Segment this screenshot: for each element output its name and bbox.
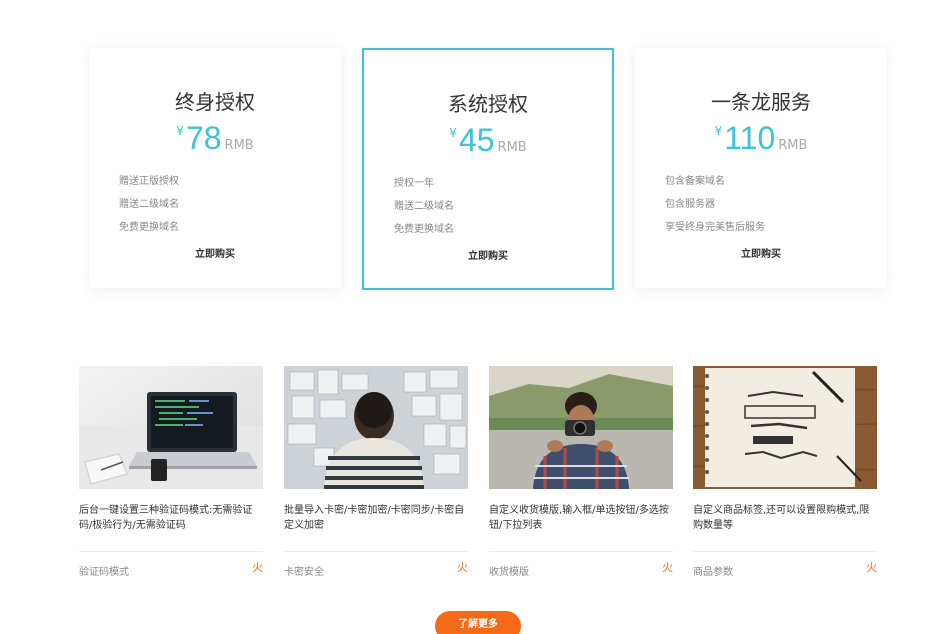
- plan-price: ¥78 RMB: [89, 120, 341, 157]
- price-unit: RMB: [778, 138, 808, 153]
- feature-item: 包含服务器: [665, 199, 715, 210]
- card-footer: 收货模版 火: [489, 551, 673, 578]
- feature-item: 授权一年: [394, 178, 434, 189]
- currency-symbol: ¥: [449, 126, 457, 140]
- feature-list: 赠送正版授权 赠送二级域名 免费更换域名: [119, 175, 179, 244]
- photographer-image[interactable]: [489, 366, 673, 489]
- feature-list: 授权一年 赠送二级域名 免费更换域名: [394, 177, 454, 246]
- buy-now-button[interactable]: 立即购买: [364, 247, 612, 262]
- learn-more-button[interactable]: 了解更多: [435, 611, 521, 634]
- currency-symbol: ¥: [176, 124, 184, 138]
- hot-icon: 火: [252, 561, 263, 574]
- card-tag: 验证码模式: [79, 567, 129, 578]
- feature-card[interactable]: 后台一键设置三种验证码模式:无需验证码/极验行为/无需验证码 验证码模式 火: [79, 366, 263, 578]
- card-title[interactable]: 自定义收货模版,输入框/单选按钮/多选按钮/下拉列表: [489, 503, 673, 543]
- price-unit: RMB: [224, 138, 254, 153]
- buy-now-button[interactable]: 立即购买: [635, 245, 887, 260]
- plan-card-system: 系统授权 ¥45 RMB 授权一年 赠送二级域名 免费更换域名 立即购买: [362, 48, 614, 290]
- card-footer: 验证码模式 火: [79, 551, 263, 578]
- plan-title: 一条龙服务: [711, 90, 811, 114]
- card-tag: 收货模版: [489, 567, 529, 578]
- pricing-section: 终身授权 ¥78 RMB 赠送正版授权 赠送二级域名 免费更换域名 立即购买 系统…: [89, 48, 887, 290]
- plan-title: 系统授权: [448, 92, 528, 116]
- feature-item: 赠送二级域名: [394, 201, 454, 212]
- lettering-notebook-image[interactable]: [693, 366, 877, 489]
- plan-price: ¥110 RMB: [635, 120, 887, 157]
- wall-of-sketches-image[interactable]: [284, 366, 468, 489]
- feature-card[interactable]: 批量导入卡密/卡密加密/卡密同步/卡密自定义加密 卡密安全 火: [284, 366, 468, 578]
- price-amount: 45: [458, 122, 495, 158]
- feature-list: 包含备案域名 包含服务器 享受终身完美售后服务: [665, 175, 765, 244]
- card-footer: 卡密安全 火: [284, 551, 468, 578]
- plan-card-lifetime: 终身授权 ¥78 RMB 赠送正版授权 赠送二级域名 免费更换域名 立即购买: [89, 48, 341, 288]
- card-title[interactable]: 自定义商品标签,还可以设置限购模式,限购数量等: [693, 503, 877, 543]
- feature-item: 免费更换域名: [394, 224, 454, 235]
- hot-icon: 火: [662, 561, 673, 574]
- plan-price: ¥45 RMB: [364, 122, 612, 159]
- hot-icon: 火: [866, 561, 877, 574]
- buy-now-button[interactable]: 立即购买: [89, 245, 341, 260]
- plan-card-full-service: 一条龙服务 ¥110 RMB 包含备案域名 包含服务器 享受终身完美售后服务 立即…: [635, 48, 887, 288]
- feature-card[interactable]: 自定义商品标签,还可以设置限购模式,限购数量等 商品参数 火: [693, 366, 877, 578]
- price-unit: RMB: [497, 140, 527, 155]
- feature-item: 赠送正版授权: [119, 176, 179, 187]
- plan-title: 终身授权: [175, 90, 255, 114]
- price-amount: 110: [724, 120, 776, 156]
- card-tag: 卡密安全: [284, 567, 324, 578]
- feature-item: 免费更换域名: [119, 222, 179, 233]
- card-tag: 商品参数: [693, 567, 733, 578]
- card-title[interactable]: 批量导入卡密/卡密加密/卡密同步/卡密自定义加密: [284, 503, 468, 543]
- hot-icon: 火: [457, 561, 468, 574]
- feature-item: 享受终身完美售后服务: [665, 222, 765, 233]
- price-amount: 78: [185, 120, 222, 156]
- card-title[interactable]: 后台一键设置三种验证码模式:无需验证码/极验行为/无需验证码: [79, 503, 263, 543]
- currency-symbol: ¥: [714, 124, 723, 138]
- feature-item: 赠送二级域名: [119, 199, 179, 210]
- feature-item: 包含备案域名: [665, 176, 725, 187]
- feature-card[interactable]: 自定义收货模版,输入框/单选按钮/多选按钮/下拉列表 收货模版 火: [489, 366, 673, 578]
- card-footer: 商品参数 火: [693, 551, 877, 578]
- laptop-image[interactable]: [79, 366, 263, 489]
